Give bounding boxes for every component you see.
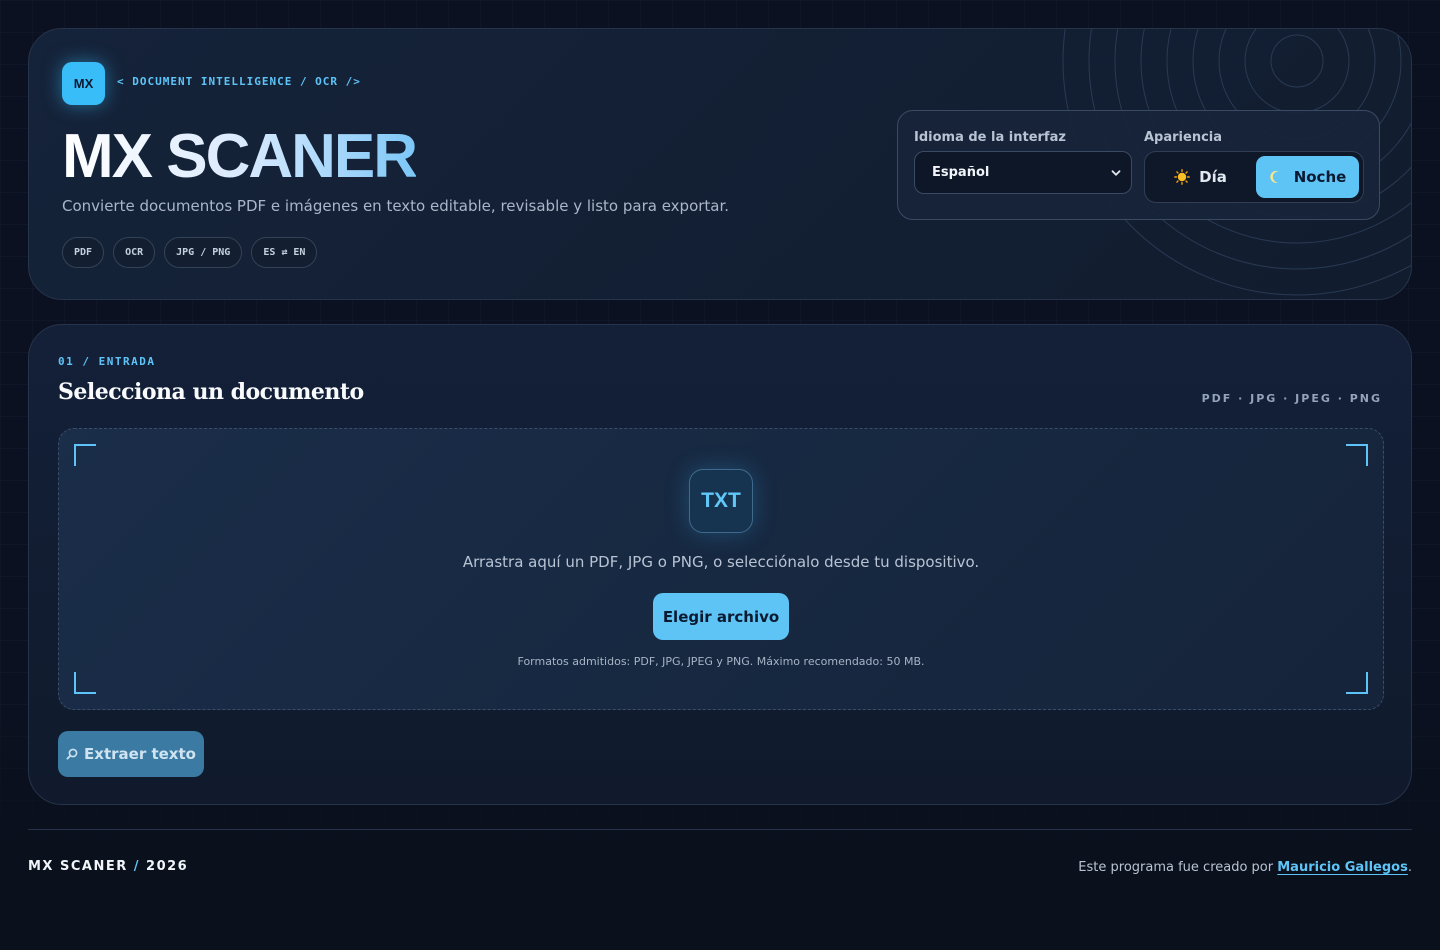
language-select-value: Español: [932, 165, 990, 180]
choose-file-button[interactable]: Elegir archivo: [653, 593, 789, 640]
theme-night-button[interactable]: Noche: [1256, 156, 1359, 198]
theme-toggle: Día Noche: [1144, 151, 1364, 203]
theme-day-button[interactable]: Día: [1149, 156, 1252, 198]
footer-credit: Este programa fue creado por Mauricio Ga…: [1078, 860, 1412, 875]
extract-text-button[interactable]: Extraer texto: [58, 731, 204, 777]
chevron-down-icon: [1111, 169, 1121, 176]
feature-chips: PDF OCR JPG / PNG ES ⇄ EN: [62, 237, 318, 268]
corner-mark: [74, 444, 96, 466]
corner-mark: [1346, 672, 1368, 694]
corner-mark: [1346, 444, 1368, 466]
dropzone-note: Formatos admitidos: PDF, JPG, JPEG y PNG…: [517, 655, 925, 668]
language-label: Idioma de la interfaz: [914, 130, 1066, 145]
chip-es-en: ES ⇄ EN: [251, 237, 318, 268]
dropzone-instructions: Arrastra aquí un PDF, JPG o PNG, o selec…: [462, 553, 980, 571]
appearance-label: Apariencia: [1144, 130, 1223, 145]
language-select[interactable]: Español: [914, 151, 1132, 194]
extract-text-label: Extraer texto: [84, 745, 196, 763]
credit-suffix: .: [1407, 860, 1412, 875]
author-link[interactable]: Mauricio Gallegos: [1277, 860, 1408, 875]
theme-night-label: Noche: [1293, 168, 1347, 186]
settings-card: Idioma de la interfaz Español Apariencia: [897, 110, 1380, 220]
footer-year: 2026: [146, 859, 189, 874]
footer-slash: /: [133, 859, 141, 874]
theme-day-label: Día: [1199, 168, 1227, 186]
credit-prefix: Este programa fue creado por: [1078, 860, 1278, 875]
app-logo: MX: [62, 62, 105, 105]
chip-pdf: PDF: [62, 237, 105, 268]
chip-jpg-png: JPG / PNG: [164, 237, 243, 268]
sun-icon: [1174, 169, 1191, 185]
supported-formats: PDF · JPG · JPEG · PNG: [1201, 392, 1382, 405]
chip-ocr: OCR: [113, 237, 156, 268]
search-icon: [66, 748, 78, 760]
moon-icon: [1269, 170, 1279, 183]
page-title: MX SCANER: [62, 122, 418, 191]
footer-divider: [28, 829, 1412, 830]
footer-brand-name: MX SCANER: [28, 859, 128, 874]
header-kicker: < DOCUMENT INTELLIGENCE / OCR />: [117, 75, 361, 88]
footer-brand: MX SCANER / 2026: [28, 859, 188, 874]
input-panel: 01 / ENTRADA Selecciona un documento PDF…: [28, 324, 1412, 805]
txt-file-icon: TXT: [689, 469, 753, 533]
corner-mark: [74, 672, 96, 694]
file-dropzone[interactable]: TXT Arrastra aquí un PDF, JPG o PNG, o s…: [58, 428, 1384, 710]
step-label: 01 / ENTRADA: [58, 355, 156, 368]
panel-title: Selecciona un documento: [58, 379, 364, 405]
page-subtitle: Convierte documentos PDF e imágenes en t…: [62, 197, 730, 215]
hero-header: MX < DOCUMENT INTELLIGENCE / OCR /> MX S…: [28, 28, 1412, 300]
